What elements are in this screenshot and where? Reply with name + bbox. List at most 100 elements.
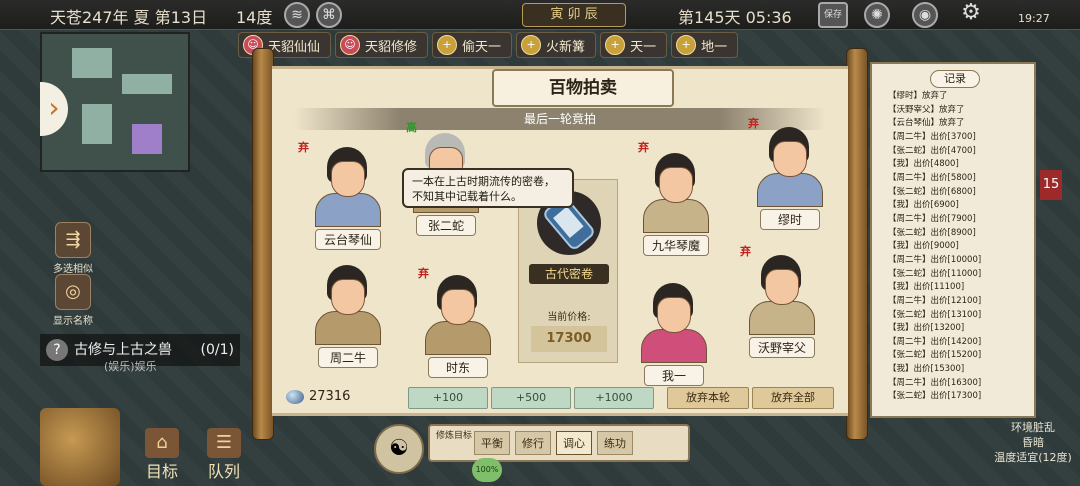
give-up-mark: 弃: [418, 267, 429, 280]
log-entry: 【我】出价[4800]: [888, 159, 959, 170]
log-entry: 【周二牛】出价[14200]: [888, 336, 982, 347]
bidder-name: 张二蛇: [416, 215, 476, 236]
day-time: 第145天 05:36: [678, 8, 792, 27]
clock: 19:27: [1018, 12, 1050, 25]
bidder-name: 九华琴魔: [642, 235, 709, 256]
environment-status: 环境脏乱 昏暗 温度适宜(12度): [994, 421, 1072, 464]
palette-icon[interactable]: ◉: [912, 2, 938, 28]
give-up-mark: 弃: [740, 245, 751, 258]
scroll-rod-left: [252, 48, 274, 440]
bidder-name: 时东: [428, 357, 488, 378]
price-label: 当前价格:: [547, 312, 591, 323]
bidder-card[interactable]: 缪时: [740, 127, 840, 230]
map-icon[interactable]: ✺: [864, 2, 890, 28]
bidder-name: 我一: [644, 365, 704, 386]
scroll-rod-right: [846, 48, 868, 440]
log-title: 记录: [930, 70, 980, 88]
log-entry: 【张二蛇】出价[8900]: [888, 227, 976, 238]
log-entry: 【张二蛇】出价[11000]: [888, 268, 982, 279]
auction-log-panel[interactable]: 记录 【缪时】放弃了【沃野宰父】放弃了 【云台琴仙】放弃了 【周二牛】出价[3700…: [870, 62, 1036, 418]
log-entry: 【周二牛】出价[16300]: [888, 377, 982, 388]
target-icon: ⌂: [145, 428, 179, 458]
log-entry: 【我】出价[15300]: [888, 364, 965, 375]
log-entry: 【张二蛇】出价[15200]: [888, 350, 982, 361]
bidder-portrait: [311, 147, 385, 229]
game-date: 天苍247年 夏 第13日: [50, 8, 208, 27]
minimap-building: [82, 104, 112, 144]
bid-100-button[interactable]: +100: [408, 387, 488, 409]
bidder-portrait: [753, 127, 827, 209]
bidder-card[interactable]: 沃野宰父: [732, 255, 832, 358]
log-entry: 【张二蛇】出价[6800]: [888, 186, 976, 197]
eye-icon: ◎: [55, 274, 91, 310]
quest-subtitle: (娱乐)娱乐: [104, 360, 157, 373]
give-up-mark: 弃: [638, 141, 649, 154]
log-entry: 【周二牛】出价[5800]: [888, 172, 976, 183]
auction-paper: 百物拍卖 最后一轮竟拍 云台琴仙 弃 张二蛇 高 九华琴魔 弃 缪时 弃 周二牛…: [272, 66, 848, 416]
log-entry: 【我】出价[11100]: [888, 282, 965, 293]
temperature: 14度: [236, 8, 273, 27]
spirit-stone-icon: [286, 389, 304, 404]
queue-button[interactable]: ☰ 队列: [196, 428, 252, 482]
bid-1000-button[interactable]: +1000: [574, 387, 654, 409]
question-icon: ?: [46, 339, 68, 361]
log-entry: 【沃野宰父】放弃了: [888, 104, 965, 115]
minimap-building: [72, 48, 112, 78]
minimap-building: [122, 74, 172, 94]
bidder-name: 周二牛: [318, 347, 378, 368]
bidder-card[interactable]: 云台琴仙: [298, 147, 398, 250]
item-tooltip: 一本在上古时期流传的密卷，不知其中记载着什么。: [402, 168, 574, 208]
skip-round-button[interactable]: 放弃本轮: [667, 387, 749, 409]
log-entry: 【缪时】放弃了: [888, 91, 948, 101]
top-status-bar: 天苍247年 夏 第13日 14度 ≋ ⌘ 寅 卯 辰 第145天 05:36 …: [0, 0, 1080, 30]
game-screen: 天苍247年 夏 第13日 14度 ≋ ⌘ 寅 卯 辰 第145天 05:36 …: [0, 0, 1080, 486]
bidder-card[interactable]: 九华琴魔: [626, 153, 726, 256]
bidder-portrait: [311, 265, 385, 347]
log-entry: 【我】出价[6900]: [888, 200, 959, 211]
log-entry: 【周二牛】出价[10000]: [888, 254, 982, 265]
high-bid-mark: 高: [406, 121, 417, 134]
item-name: 古代密卷: [529, 264, 609, 284]
bidder-name: 沃野宰父: [748, 337, 815, 358]
log-entry: 【我】出价[9000]: [888, 241, 959, 252]
spirit-stones: 27316: [286, 389, 350, 404]
bidder-card[interactable]: 周二牛: [298, 265, 398, 368]
scroll-icon[interactable]: ≋: [284, 2, 310, 28]
multi-select-tool[interactable]: ⇶ 多选相似: [48, 222, 98, 275]
log-entry: 【张二蛇】出价[17300]: [888, 391, 982, 402]
log-entry: 【周二牛】出价[3700]: [888, 131, 976, 142]
bidder-portrait: [421, 275, 495, 357]
auction-footer: 27316 +100 +500 +1000 放弃本轮 放弃全部: [286, 387, 842, 411]
select-icon: ⇶: [55, 222, 91, 258]
auction-dialog: 百物拍卖 最后一轮竟拍 云台琴仙 弃 张二蛇 高 九华琴魔 弃 缪时 弃 周二牛…: [252, 48, 868, 440]
log-entry: 【我】出价[13200]: [888, 323, 965, 334]
log-entry: 【周二牛】出价[12100]: [888, 295, 982, 306]
goal-button[interactable]: ⌂ 目标: [134, 428, 190, 482]
give-up-mark: 弃: [298, 141, 309, 154]
alert-badge[interactable]: 15: [1040, 170, 1062, 200]
bidder-card[interactable]: 时东: [408, 275, 508, 378]
gear-icon[interactable]: ⚙: [958, 2, 984, 28]
pattern-icon[interactable]: ⌘: [316, 2, 342, 28]
log-entry: 【云台琴仙】放弃了: [888, 118, 965, 129]
bidder-portrait: [745, 255, 819, 337]
bidder-portrait: [637, 283, 711, 365]
skip-all-button[interactable]: 放弃全部: [752, 387, 834, 409]
log-entry: 【周二牛】出价[7900]: [888, 213, 976, 224]
log-list: 【缪时】放弃了【沃野宰父】放弃了 【云台琴仙】放弃了 【周二牛】出价[3700] 【张…: [888, 90, 1034, 404]
bid-500-button[interactable]: +500: [491, 387, 571, 409]
queue-icon: ☰: [207, 428, 241, 458]
give-up-mark: 弃: [748, 117, 759, 130]
log-entry: 【张二蛇】出价[4700]: [888, 145, 976, 156]
show-names-tool[interactable]: ◎ 显示名称: [48, 274, 98, 327]
log-entry: 【张二蛇】出价[13100]: [888, 309, 982, 320]
bidder-card-self[interactable]: 我一: [624, 283, 724, 386]
bidder-name: 缪时: [760, 209, 820, 230]
current-price: 17300: [531, 326, 607, 352]
calendar-badge[interactable]: 寅 卯 辰: [522, 3, 626, 27]
bidder-name: 云台琴仙: [314, 229, 381, 250]
progress-percent: 100%: [472, 458, 502, 482]
bidder-portrait: [639, 153, 713, 235]
save-button[interactable]: 保存: [818, 2, 848, 28]
gourd-icon[interactable]: [40, 408, 120, 486]
